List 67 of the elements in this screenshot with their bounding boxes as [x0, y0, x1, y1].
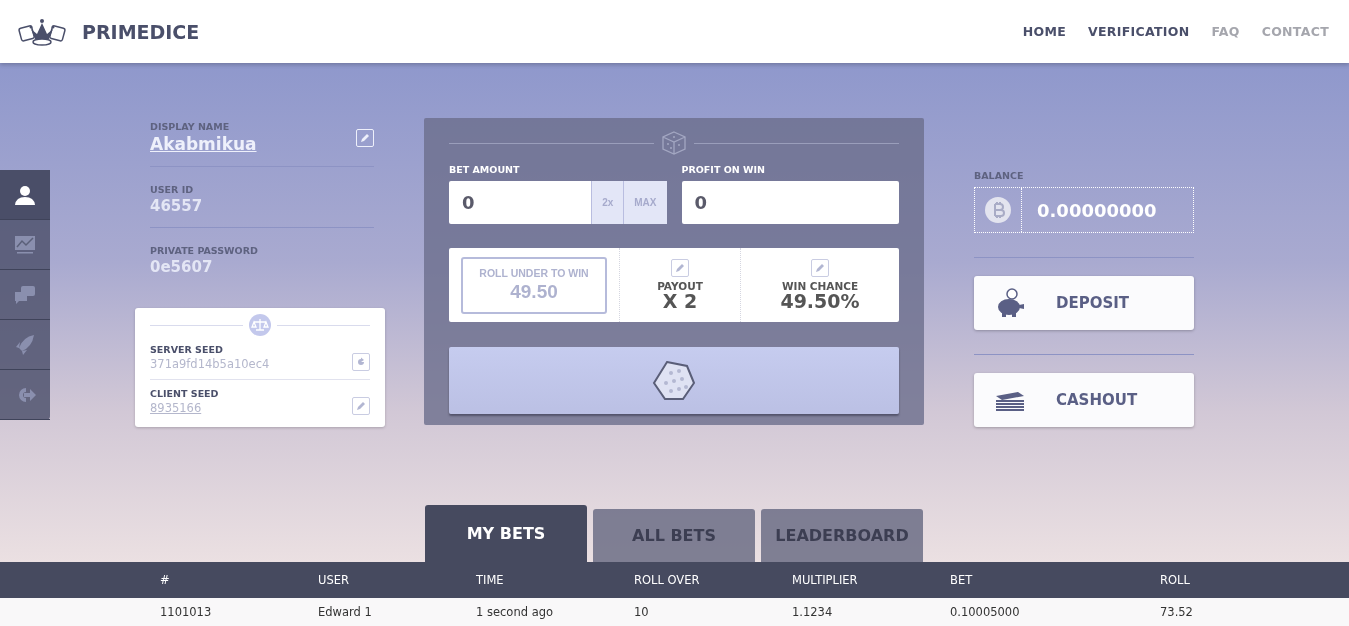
balance-label: BALANCE — [974, 170, 1025, 181]
server-seed-label: SERVER SEED — [150, 344, 224, 355]
table-cell-text: 1 second ago — [476, 605, 555, 619]
password-label: PRIVATE PASSWORD — [150, 245, 258, 256]
chat-icon — [14, 284, 36, 305]
table-cell-text: 1.1234 — [792, 605, 834, 619]
chart-icon — [14, 234, 36, 255]
max-button[interactable]: MAX — [623, 181, 667, 224]
payout-value: X 2 — [662, 292, 698, 311]
scales-icon — [249, 314, 271, 336]
table-cell-text: 10 — [634, 605, 650, 619]
bets-tab[interactable]: MY BETS — [425, 505, 587, 562]
password-value: 0e5607 — [150, 258, 214, 276]
table-cell-text: Edward 1 — [318, 605, 373, 619]
table-cell-text: 1101013 — [160, 605, 213, 619]
nav-link[interactable]: FAQ — [1211, 24, 1240, 39]
payout-label: PAYOUT — [657, 280, 703, 292]
roll-dice-button[interactable] — [449, 347, 899, 414]
column-header: # — [160, 573, 171, 587]
user-icon — [14, 183, 36, 206]
column-header: ROLL — [1160, 573, 1191, 587]
table-cell-text: 0.10005000 — [950, 605, 1021, 619]
deposit-button[interactable]: DEPOSIT — [974, 276, 1194, 330]
display-name-label: DISPLAY NAME — [150, 121, 231, 132]
column-header: BET — [950, 573, 974, 587]
user-id-value: 46557 — [150, 197, 203, 215]
bitcoin-icon — [985, 197, 1011, 223]
double-button[interactable]: 2x — [591, 181, 624, 224]
profit-field[interactable]: 0 — [681, 181, 899, 224]
edit-button[interactable] — [352, 397, 370, 415]
column-header: ROLL OVER — [634, 573, 701, 587]
table-cell-text: 73.52 — [1160, 605, 1194, 619]
client-seed-link[interactable]: 8935166 — [150, 401, 219, 415]
column-header: MULTIPLIER — [792, 573, 859, 587]
brand-name: PRIMEDICE — [82, 20, 200, 43]
client-seed-label: CLIENT SEED — [150, 388, 219, 399]
user-id-label: USER ID — [150, 184, 195, 195]
column-header: TIME — [476, 573, 505, 587]
bet-amount-field[interactable]: 0 2x MAX — [449, 181, 667, 224]
server-seed-value: 371a9fd14b5a10ec4 — [150, 357, 270, 371]
bet-amount-label: BET AMOUNT — [449, 164, 521, 175]
win-chance-label: WIN CHANCE — [781, 280, 859, 292]
dice-icon — [660, 130, 688, 156]
dice-icon — [651, 358, 697, 403]
rocket-icon — [15, 333, 35, 356]
crown-dice-logo-icon — [18, 16, 66, 47]
win-chance-value: 49.50% — [780, 292, 860, 311]
pencil-icon — [815, 263, 825, 273]
pencil-icon — [356, 401, 366, 411]
profit-label: PROFIT ON WIN — [681, 164, 766, 175]
bets-tab[interactable]: ALL BETS — [593, 509, 755, 562]
bets-tab[interactable]: LEADERBOARD — [761, 509, 923, 562]
refresh-button[interactable] — [352, 353, 370, 371]
cashout-button[interactable]: CASHOUT — [974, 373, 1194, 427]
balance-value: 0.00000000 — [1036, 199, 1157, 221]
refresh-icon — [356, 357, 366, 367]
pencil-icon — [675, 263, 685, 273]
roll-under-button[interactable]: ROLL UNDER TO WIN 49.50 — [461, 256, 607, 314]
column-header: USER — [318, 573, 350, 587]
user-button[interactable] — [0, 170, 50, 220]
display-name-link[interactable]: Akabmikua — [150, 134, 257, 154]
nav-link[interactable]: VERIFICATION — [1087, 24, 1190, 39]
nav-link[interactable]: CONTACT — [1261, 24, 1329, 39]
nav-link[interactable]: HOME — [1022, 24, 1066, 39]
edit-button[interactable] — [671, 259, 689, 277]
edit-button[interactable] — [811, 259, 829, 277]
pencil-icon — [360, 132, 370, 143]
